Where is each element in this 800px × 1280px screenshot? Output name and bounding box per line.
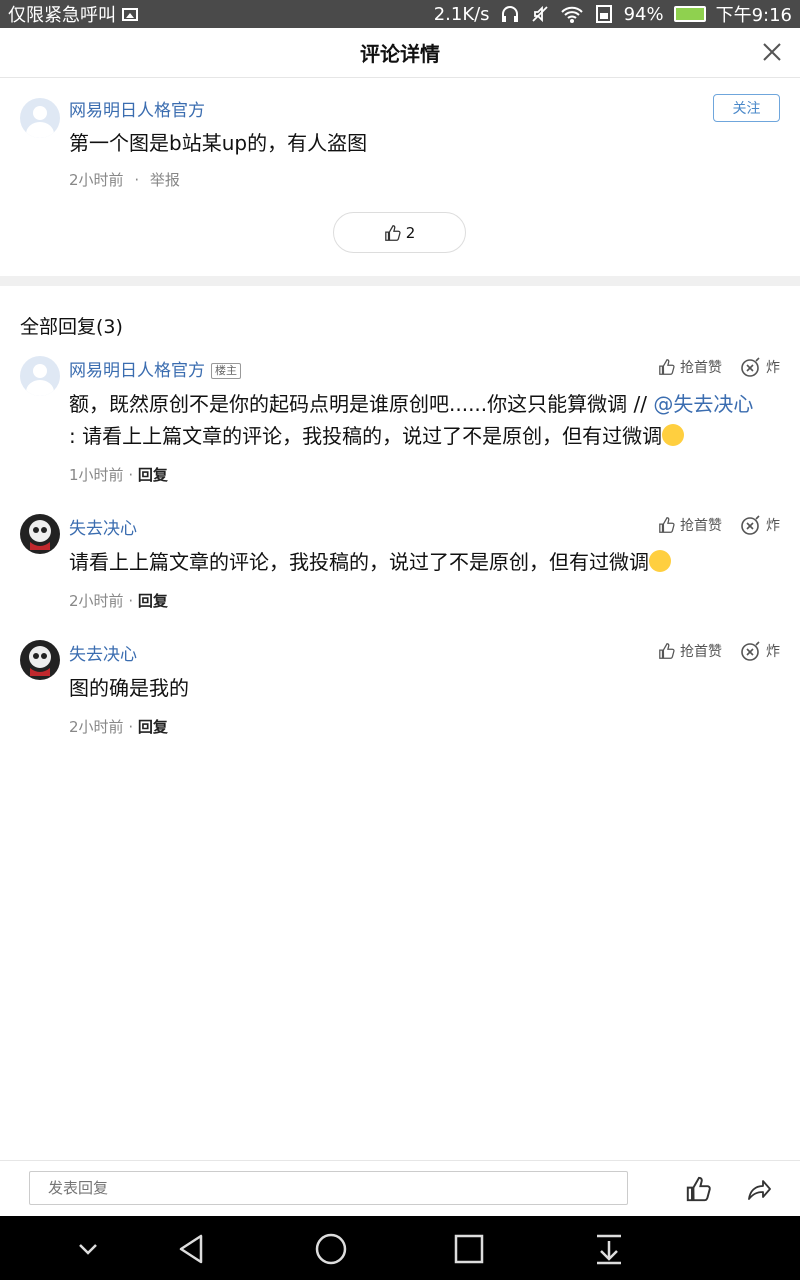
reply-text: 图的确是我的 (69, 676, 189, 700)
meta-dot: · (128, 592, 134, 610)
meta-separator: · (134, 171, 140, 189)
reply-username[interactable]: 网易明日人格官方 楼主 (69, 356, 241, 381)
follow-button[interactable]: 关注 (713, 94, 780, 122)
reply-item: 失去决心 抢首赞 炸 请看上上篇文章的评论，我投稿的，说过了不是原创，但有过微调… (0, 504, 800, 624)
like-label: 抢首赞 (680, 644, 722, 660)
thumbs-up-icon[interactable] (685, 1175, 713, 1203)
first-like-button[interactable]: 抢首赞 (658, 641, 722, 661)
clock: 下午9:16 (715, 5, 792, 26)
thumbs-up-icon (659, 517, 675, 533)
share-icon[interactable] (745, 1175, 773, 1203)
bomb-icon (741, 357, 760, 377)
reply-meta: 1小时前 · 回复 (69, 464, 168, 485)
username[interactable]: 网易明日人格官方 (69, 361, 205, 381)
bomb-label: 炸 (766, 644, 780, 660)
reply-link[interactable]: 回复 (138, 718, 168, 736)
reply-input[interactable] (29, 1171, 628, 1205)
carrier-text: 仅限紧急呼叫 (8, 5, 116, 26)
system-nav-bar (0, 1216, 800, 1280)
reply-text-line2: : 请看上上篇文章的评论，我投稿的，说过了不是原创，但有过微调 (69, 424, 663, 448)
first-like-button[interactable]: 抢首赞 (658, 357, 722, 377)
chevron-down-icon[interactable] (71, 1232, 105, 1266)
op-badge: 楼主 (211, 363, 241, 379)
comment-text: 第一个图是b站某up的，有人盗图 (69, 131, 368, 155)
reply-time: 2小时前 (69, 718, 124, 736)
sim-icon (595, 5, 612, 23)
reply-time: 1小时前 (69, 466, 124, 484)
reply-text: 额，既然原创不是你的起码点明是谁原创吧......你这只能算微调 // @失去决… (69, 388, 779, 452)
bomb-label: 炸 (766, 360, 780, 376)
avatar[interactable] (20, 514, 60, 554)
notification-pulldown-icon[interactable] (592, 1232, 626, 1266)
bomb-icon (741, 641, 760, 661)
username[interactable]: 失去决心 (69, 640, 137, 665)
avatar[interactable] (20, 356, 60, 396)
skull-avatar-icon (29, 646, 51, 676)
reply-bar (0, 1160, 800, 1216)
reply-time: 2小时前 (69, 592, 124, 610)
reply-item: 网易明日人格官方 楼主 抢首赞 炸 额，既然原创不是你的起码点明是谁原创吧....… (0, 346, 800, 496)
header: 评论详情 (0, 28, 800, 78)
reply-text-line1: 额，既然原创不是你的起码点明是谁原创吧......你这只能算微调 // (69, 392, 654, 416)
comment-time: 2小时前 (69, 171, 124, 189)
bomb-icon (741, 515, 760, 535)
like-label: 抢首赞 (680, 518, 722, 534)
reply-link[interactable]: 回复 (138, 592, 168, 610)
status-bar: 仅限紧急呼叫 2.1K/s 94% 下午9:16 (0, 0, 800, 28)
home-icon[interactable] (314, 1232, 348, 1266)
reply-actions: 抢首赞 炸 (658, 640, 780, 662)
page-title: 评论详情 (360, 42, 440, 66)
bomb-button[interactable]: 炸 (740, 356, 780, 378)
like-button[interactable]: 2 (333, 212, 466, 253)
thumbs-up-icon (384, 224, 401, 241)
emoji-icon (649, 550, 671, 572)
headphones-icon (501, 6, 518, 22)
back-icon[interactable] (175, 1232, 209, 1266)
reply-meta: 2小时前 · 回复 (69, 590, 168, 611)
report-link[interactable]: 举报 (150, 171, 180, 189)
username[interactable]: 网易明日人格官方 (69, 96, 205, 121)
mute-icon (531, 5, 548, 23)
first-like-button[interactable]: 抢首赞 (658, 515, 722, 535)
replies-title: 全部回复(3) (20, 316, 123, 338)
reply-actions: 抢首赞 炸 (658, 356, 780, 378)
reply-item: 失去决心 抢首赞 炸 图的确是我的 2小时前 · 回复 (0, 630, 800, 750)
thumbs-up-icon (659, 643, 675, 659)
close-icon[interactable] (760, 40, 784, 64)
like-count: 2 (405, 223, 416, 242)
avatar[interactable] (20, 640, 60, 680)
wifi-icon (560, 6, 583, 23)
emoji-icon (662, 424, 685, 446)
reply-text: 请看上上篇文章的评论，我投稿的，说过了不是原创，但有过微调 (69, 546, 671, 578)
mention-link[interactable]: @失去决心 (653, 392, 753, 416)
username[interactable]: 失去决心 (69, 514, 137, 539)
image-notification-icon (122, 7, 138, 21)
section-divider (0, 276, 800, 286)
battery-percent: 94% (623, 3, 664, 25)
main-comment: 网易明日人格官方 关注 第一个图是b站某up的，有人盗图 2小时前 · 举报 2 (0, 78, 800, 276)
comment-meta: 2小时前 · 举报 (69, 169, 180, 190)
meta-dot: · (128, 466, 134, 484)
avatar[interactable] (20, 98, 60, 138)
meta-dot: · (128, 718, 134, 736)
reply-text-content: 请看上上篇文章的评论，我投稿的，说过了不是原创，但有过微调 (69, 550, 649, 574)
reply-meta: 2小时前 · 回复 (69, 716, 168, 737)
network-speed: 2.1K/s (433, 3, 490, 25)
bomb-label: 炸 (766, 518, 780, 534)
thumbs-up-icon (659, 359, 675, 375)
bomb-button[interactable]: 炸 (740, 640, 780, 662)
bomb-button[interactable]: 炸 (740, 514, 780, 536)
reply-link[interactable]: 回复 (138, 466, 168, 484)
battery-icon (673, 6, 706, 22)
like-label: 抢首赞 (680, 360, 722, 376)
reply-actions: 抢首赞 炸 (658, 514, 780, 536)
skull-avatar-icon (29, 520, 51, 550)
recents-icon[interactable] (452, 1232, 486, 1266)
